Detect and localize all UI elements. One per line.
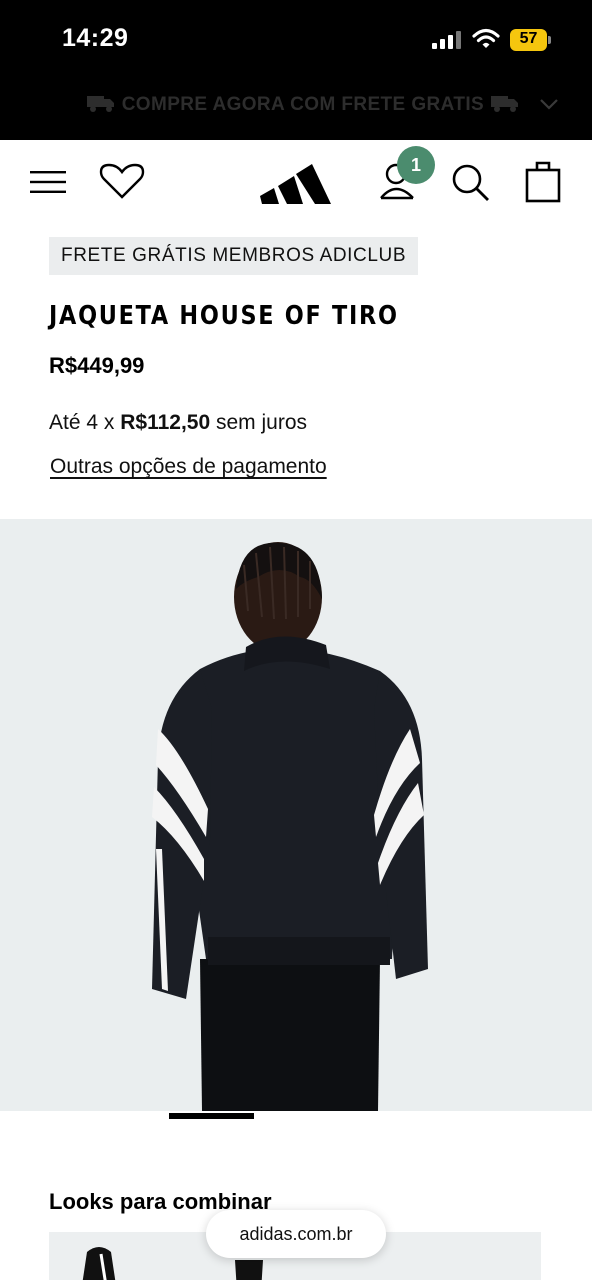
bag-icon[interactable] <box>524 160 562 204</box>
product-image[interactable] <box>0 519 592 1111</box>
truck-icon <box>490 96 518 112</box>
carousel-indicator[interactable] <box>169 1113 254 1119</box>
battery-icon: 57 <box>510 29 552 51</box>
installments-suffix: sem juros <box>215 411 308 434</box>
product-price: R$449,99 <box>49 353 145 378</box>
installments-amount: R$112,50 <box>120 411 211 434</box>
promo-banner-text[interactable]: COMPRE AGORA COM FRETE GRATIS <box>86 93 520 116</box>
payment-options-link[interactable]: Outras opções de pagamento <box>50 455 327 479</box>
account-badge: 1 <box>397 146 435 184</box>
jacket-photo <box>152 542 428 1111</box>
promo-text: COMPRE AGORA COM FRETE GRATIS <box>121 94 485 115</box>
wifi-icon <box>472 28 500 48</box>
chevron-down-icon[interactable] <box>538 96 560 112</box>
truck-icon <box>87 96 114 112</box>
signal-icon <box>432 31 461 49</box>
heart-icon[interactable] <box>99 162 145 202</box>
promo-tag: FRETE GRÁTIS MEMBROS ADICLUB <box>49 237 419 275</box>
installments-prefix: Até 4 x <box>49 411 115 434</box>
product-title: JAQUETA HOUSE OF TIRO <box>49 301 399 331</box>
installments-info: Até 4 x R$112,50 sem juros <box>49 411 307 435</box>
adidas-logo[interactable] <box>258 156 334 206</box>
status-time: 14:29 <box>62 24 129 52</box>
battery-level: 57 <box>519 30 538 47</box>
search-icon[interactable] <box>450 162 492 204</box>
browser-url-bar[interactable]: adidas.com.br <box>206 1210 386 1258</box>
menu-icon[interactable] <box>28 168 68 196</box>
